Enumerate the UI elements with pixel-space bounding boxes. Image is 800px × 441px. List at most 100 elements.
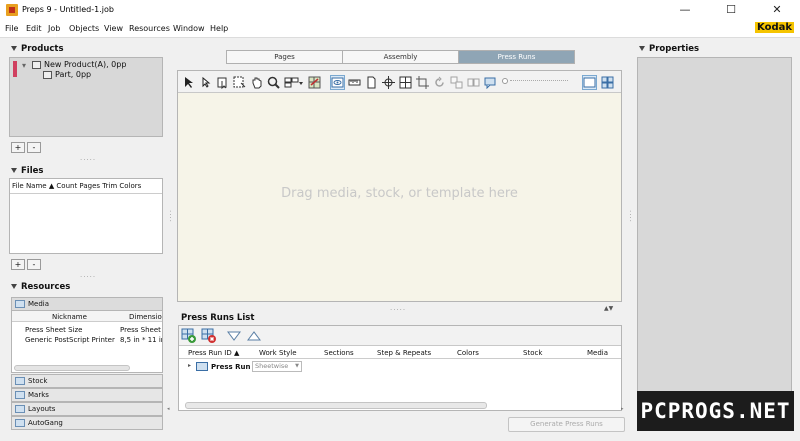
menu-objects[interactable]: Objects: [69, 24, 99, 33]
column-press-run-id[interactable]: Press Run ID ▲: [188, 349, 239, 357]
imposition-tool-icon[interactable]: [307, 75, 322, 90]
products-tree[interactable]: ▾ New Product(A), 0pp Part, 0pp: [9, 57, 163, 137]
delete-press-run-icon[interactable]: [201, 328, 217, 344]
press-runs-toolbar: [179, 326, 621, 346]
splitter-handle[interactable]: .....: [390, 304, 406, 312]
pcprogs-watermark: PCPROGS.NET: [637, 391, 794, 431]
part-icon: [43, 71, 52, 79]
collapse-arrows-icon[interactable]: ▲▼: [604, 305, 613, 312]
horizontal-scrollbar[interactable]: [185, 402, 487, 409]
media-row-name[interactable]: Generic PostScript Printer: [25, 336, 115, 344]
crop-icon[interactable]: [415, 75, 430, 90]
drop-zone[interactable]: Drag media, stock, or template here: [178, 93, 621, 301]
right-splitter-handle[interactable]: ....: [628, 210, 636, 223]
media-row-dimension: Press Sheet: [120, 326, 161, 334]
resources-header[interactable]: Resources: [11, 282, 70, 292]
products-header[interactable]: Products: [11, 44, 64, 54]
tree-item-product[interactable]: New Product(A), 0pp: [44, 60, 126, 69]
work-style-select[interactable]: Sheetwise ▼: [252, 361, 302, 372]
table-row[interactable]: ▸ Press Run Sheetwise ▼: [179, 360, 621, 374]
direct-select-icon[interactable]: [198, 75, 213, 90]
resources-tab-media[interactable]: Media: [11, 297, 163, 311]
hand-tool-icon[interactable]: [249, 75, 264, 90]
column-step-repeats[interactable]: Step & Repeats: [377, 349, 431, 357]
menu-bar: File Edit Job Objects View Resources Win…: [0, 20, 800, 38]
comment-icon[interactable]: [483, 75, 498, 90]
media-table[interactable]: Nickname Dimension Press Sheet Size Pres…: [11, 311, 163, 373]
ruler-icon[interactable]: [347, 75, 362, 90]
menu-resources[interactable]: Resources: [129, 24, 170, 33]
press-run-label[interactable]: Press Run: [211, 363, 250, 371]
move-up-icon[interactable]: [247, 330, 261, 342]
files-list[interactable]: File Name ▲ Count Pages Trim Colors: [9, 178, 163, 254]
splitter-handle[interactable]: .....: [80, 271, 96, 279]
expand-icon[interactable]: ▾: [22, 61, 26, 70]
files-column-headers[interactable]: File Name ▲ Count Pages Trim Colors: [12, 182, 141, 190]
divider: [10, 193, 162, 194]
menu-file[interactable]: File: [5, 24, 18, 33]
select-tool-icon[interactable]: [181, 75, 196, 90]
merge-pages-icon[interactable]: [449, 75, 464, 90]
properties-header[interactable]: Properties: [639, 44, 699, 54]
marks-icon: [15, 391, 25, 399]
left-splitter-handle[interactable]: ....: [168, 210, 176, 223]
resources-tab-marks[interactable]: Marks: [11, 388, 163, 402]
menu-help[interactable]: Help: [210, 24, 228, 33]
maximize-button[interactable]: ☐: [708, 0, 754, 20]
column-dimension[interactable]: Dimension: [129, 313, 162, 321]
tab-assembly[interactable]: Assembly: [342, 50, 459, 64]
add-file-button[interactable]: +: [11, 259, 25, 270]
eye-preview-icon[interactable]: [330, 75, 345, 90]
zoom-slider-thumb[interactable]: [502, 78, 508, 84]
column-sections[interactable]: Sections: [324, 349, 354, 357]
menu-view[interactable]: View: [104, 24, 123, 33]
column-colors[interactable]: Colors: [457, 349, 479, 357]
files-header[interactable]: Files: [11, 166, 43, 176]
remove-file-button[interactable]: -: [27, 259, 41, 270]
add-press-run-icon[interactable]: [181, 328, 197, 344]
column-media[interactable]: Media: [587, 349, 608, 357]
horizontal-scrollbar[interactable]: [14, 365, 130, 371]
move-down-icon[interactable]: [227, 330, 241, 342]
canvas-toolbar: [178, 71, 621, 93]
resources-tab-autogang[interactable]: AutoGang: [11, 416, 163, 430]
column-nickname[interactable]: Nickname: [52, 313, 87, 321]
split-pages-icon[interactable]: [466, 75, 481, 90]
properties-panel: [637, 57, 792, 431]
minimize-button[interactable]: —: [662, 0, 708, 20]
tree-item-part[interactable]: Part, 0pp: [55, 70, 91, 79]
layout-menu-icon[interactable]: [283, 75, 305, 90]
generate-press-runs-button[interactable]: Generate Press Runs: [508, 417, 625, 432]
sheet-select-icon[interactable]: [232, 75, 247, 90]
zoom-slider[interactable]: [502, 78, 568, 84]
press-runs-header: Press Runs List: [181, 313, 255, 323]
single-view-icon[interactable]: [582, 75, 597, 90]
splitter-handle[interactable]: .....: [80, 154, 96, 162]
column-stock[interactable]: Stock: [523, 349, 542, 357]
rotate-icon[interactable]: [432, 75, 447, 90]
multi-view-icon[interactable]: [600, 75, 615, 90]
column-work-style[interactable]: Work Style: [259, 349, 297, 357]
tab-press-runs[interactable]: Press Runs: [458, 50, 575, 64]
row-expand-icon[interactable]: ▸: [188, 362, 191, 369]
resources-tab-stock[interactable]: Stock: [11, 374, 163, 388]
media-row-name[interactable]: Press Sheet Size: [25, 326, 82, 334]
chevron-down-icon: ▼: [295, 363, 299, 369]
menu-job[interactable]: Job: [48, 24, 60, 33]
menu-window[interactable]: Window: [173, 24, 205, 33]
close-button[interactable]: ✕: [754, 0, 800, 20]
page-select-icon[interactable]: [215, 75, 230, 90]
add-product-button[interactable]: +: [11, 142, 25, 153]
tab-pages[interactable]: Pages: [226, 50, 343, 64]
collapse-icon: [639, 46, 645, 51]
zoom-icon[interactable]: [266, 75, 281, 90]
crosshair-icon[interactable]: [381, 75, 396, 90]
page-icon[interactable]: [364, 75, 379, 90]
scroll-left-icon[interactable]: ◂: [167, 406, 170, 412]
menu-edit[interactable]: Edit: [26, 24, 42, 33]
grid-icon[interactable]: [398, 75, 413, 90]
scroll-right-icon[interactable]: ▸: [621, 406, 624, 412]
resources-tab-layouts[interactable]: Layouts: [11, 402, 163, 416]
remove-product-button[interactable]: -: [27, 142, 41, 153]
zoom-slider-track: [510, 80, 568, 81]
